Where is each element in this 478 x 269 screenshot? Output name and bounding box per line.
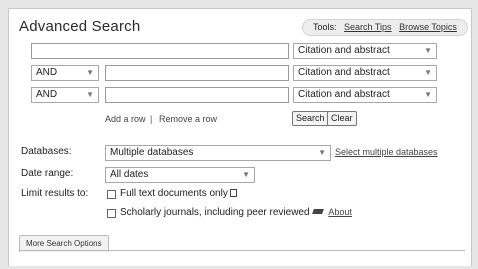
databases-select-value: Multiple databases [110, 147, 194, 158]
row-actions-separator: | [150, 114, 153, 124]
date-range-select-value: All dates [110, 169, 149, 180]
clear-button[interactable]: Clear [327, 111, 357, 126]
tab-divider [19, 250, 465, 251]
page-title: Advanced Search [19, 18, 141, 35]
scholarly-checkbox[interactable] [107, 209, 116, 218]
about-link[interactable]: About [328, 207, 352, 217]
pencil-icon [311, 209, 324, 214]
select-databases-link[interactable]: Select multiple databases [335, 147, 438, 157]
chevron-down-icon: ▼ [424, 90, 432, 99]
chevron-down-icon: ▼ [424, 46, 432, 55]
field-select-1[interactable]: Citation and abstract ▼ [293, 43, 437, 59]
scholarly-option: Scholarly journals, including peer revie… [120, 207, 352, 218]
operator-select-3-value: AND [36, 89, 58, 100]
scholarly-label: Scholarly journals, including peer revie… [120, 207, 310, 218]
databases-label: Databases: [21, 146, 72, 157]
chevron-down-icon: ▼ [242, 170, 250, 179]
field-select-1-value: Citation and abstract [298, 45, 390, 56]
search-term-input-1[interactable] [31, 43, 289, 59]
field-select-3-value: Citation and abstract [298, 89, 390, 100]
chevron-down-icon: ▼ [318, 148, 326, 157]
browse-topics-link[interactable]: Browse Topics [399, 22, 457, 32]
search-button[interactable]: Search [292, 111, 329, 126]
full-text-checkbox[interactable] [107, 190, 116, 199]
advanced-search-panel: Advanced Search Tools: Search Tips Brows… [8, 8, 472, 266]
search-term-input-3[interactable] [105, 87, 289, 103]
operator-select-2[interactable]: AND ▼ [31, 65, 99, 81]
date-range-select[interactable]: All dates ▼ [105, 167, 255, 183]
operator-select-2-value: AND [36, 67, 58, 78]
date-range-label: Date range: [21, 168, 74, 179]
field-select-2-value: Citation and abstract [298, 67, 390, 78]
document-icon [229, 189, 237, 197]
tools-bar: Tools: Search Tips Browse Topics [302, 19, 468, 36]
chevron-down-icon: ▼ [424, 68, 432, 77]
tools-label: Tools: [313, 22, 337, 32]
field-select-3[interactable]: Citation and abstract ▼ [293, 87, 437, 103]
databases-select[interactable]: Multiple databases ▼ [105, 145, 331, 161]
search-tips-link[interactable]: Search Tips [344, 22, 392, 32]
limit-results-label: Limit results to: [21, 188, 89, 199]
search-term-input-2[interactable] [105, 65, 289, 81]
chevron-down-icon: ▼ [86, 68, 94, 77]
full-text-option: Full text documents only [120, 188, 237, 199]
add-row-link[interactable]: Add a row [105, 114, 146, 124]
operator-select-3[interactable]: AND ▼ [31, 87, 99, 103]
field-select-2[interactable]: Citation and abstract ▼ [293, 65, 437, 81]
chevron-down-icon: ▼ [86, 90, 94, 99]
remove-row-link[interactable]: Remove a row [159, 114, 217, 124]
full-text-label: Full text documents only [120, 188, 228, 199]
